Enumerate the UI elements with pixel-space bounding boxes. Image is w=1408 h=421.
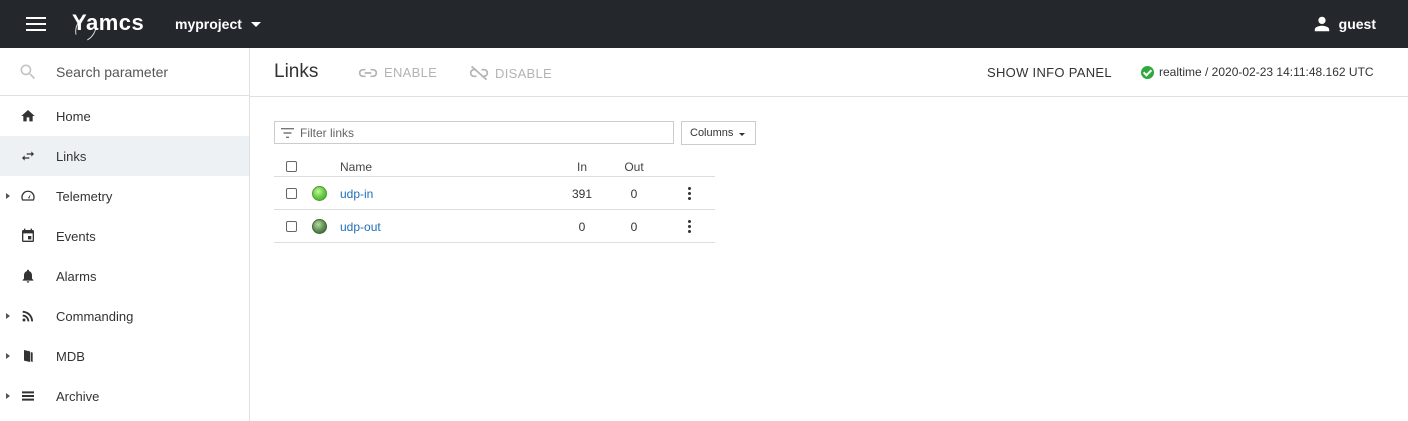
link-out-count: 0: [630, 187, 638, 201]
disable-button[interactable]: DISABLE: [469, 65, 552, 81]
sidebar-item-label: Home: [56, 108, 91, 124]
row-checkbox[interactable]: [286, 188, 297, 199]
sidebar-item-label: Commanding: [56, 308, 134, 324]
status-text: realtime / 2020-02-23 14:11:48.162 UTC: [1159, 65, 1374, 79]
links-table: Name In Out udp-in 391 0 udp-out 0 0: [274, 156, 715, 243]
sidebar-item-home[interactable]: Home: [0, 96, 249, 136]
processor-status[interactable]: realtime / 2020-02-23 14:11:48.162 UTC: [1141, 65, 1374, 79]
rss-icon: [22, 310, 34, 322]
link-out-count: 0: [630, 220, 638, 234]
link-in-count: 0: [578, 220, 586, 234]
link-off-icon: [469, 65, 489, 81]
user-name: guest: [1338, 16, 1376, 32]
column-header-name[interactable]: Name: [340, 160, 372, 174]
app-logo[interactable]: Yamcs: [71, 10, 144, 45]
search-icon: [20, 64, 36, 79]
row-checkbox[interactable]: [286, 221, 297, 232]
table-row[interactable]: udp-in 391 0: [274, 177, 715, 210]
sidebar-item-events[interactable]: Events: [0, 216, 249, 256]
sidebar-item-alarms[interactable]: Alarms: [0, 256, 249, 296]
page-title: Links: [274, 61, 319, 82]
user-menu[interactable]: guest: [1313, 15, 1376, 33]
parameter-search: [0, 48, 249, 96]
calendar-icon: [22, 228, 34, 242]
select-all-checkbox[interactable]: [286, 161, 297, 172]
filter-links: [274, 121, 674, 144]
link-name[interactable]: udp-out: [340, 220, 381, 234]
search-parameter-input[interactable]: [56, 63, 236, 80]
project-selector[interactable]: myproject: [175, 16, 261, 32]
filter-links-input[interactable]: [300, 125, 660, 140]
columns-label: Columns: [690, 127, 734, 139]
home-icon: [21, 110, 35, 122]
sidebar-item-label: Telemetry: [56, 188, 113, 204]
top-toolbar: Yamcs myproject guest: [0, 0, 1408, 48]
more-vert-icon[interactable]: [688, 187, 692, 200]
expand-arrow-icon: [6, 393, 10, 399]
expand-arrow-icon: [6, 353, 10, 359]
link-status-led: [312, 186, 327, 201]
table-row[interactable]: udp-out 0 0: [274, 210, 715, 243]
show-info-panel-button[interactable]: SHOW INFO PANEL: [987, 65, 1112, 80]
swap-arrows-icon: [22, 151, 34, 161]
speedometer-icon: [21, 190, 35, 201]
sidebar-item-archive[interactable]: Archive: [0, 376, 249, 416]
caret-down-icon: [250, 21, 261, 27]
filter-icon: [281, 127, 294, 138]
columns-button[interactable]: Columns: [681, 121, 756, 145]
column-header-out[interactable]: Out: [614, 160, 654, 174]
list-icon: [22, 391, 34, 401]
expand-arrow-icon: [6, 193, 10, 199]
page-toolbar: Links ENABLE DISABLE SHOW INFO PANEL rea…: [250, 48, 1408, 97]
check-circle-icon: [1141, 65, 1154, 79]
sidebar-item-links[interactable]: Links: [0, 136, 249, 176]
menu-icon[interactable]: [26, 17, 46, 31]
column-header-in[interactable]: In: [562, 160, 602, 174]
sidebar-item-mdb[interactable]: MDB: [0, 336, 249, 376]
disable-label: DISABLE: [495, 65, 553, 81]
book-icon: [24, 350, 33, 362]
sidebar-item-label: Alarms: [56, 268, 97, 284]
sidebar-item-telemetry[interactable]: Telemetry: [0, 176, 249, 216]
sidebar-item-label: Events: [56, 228, 96, 244]
more-vert-icon[interactable]: [688, 220, 692, 233]
project-name: myproject: [175, 16, 242, 32]
enable-label: ENABLE: [384, 65, 438, 80]
sidebar: Home Links Telemetry Events Alarms Comma…: [0, 48, 250, 421]
sidebar-item-commanding[interactable]: Commanding: [0, 296, 249, 336]
caret-down-icon: [739, 132, 746, 136]
link-icon: [358, 68, 378, 77]
table-header: Name In Out: [274, 156, 715, 177]
link-status-led: [312, 219, 327, 234]
sidebar-item-label: Links: [56, 148, 87, 164]
sidebar-item-label: Archive: [56, 388, 100, 404]
link-in-count: 391: [571, 187, 593, 201]
sidebar-item-label: MDB: [56, 348, 85, 364]
expand-arrow-icon: [6, 313, 10, 319]
enable-button[interactable]: ENABLE: [358, 65, 437, 80]
link-name[interactable]: udp-in: [340, 187, 373, 201]
person-icon: [1314, 16, 1329, 32]
bell-icon: [22, 269, 34, 283]
